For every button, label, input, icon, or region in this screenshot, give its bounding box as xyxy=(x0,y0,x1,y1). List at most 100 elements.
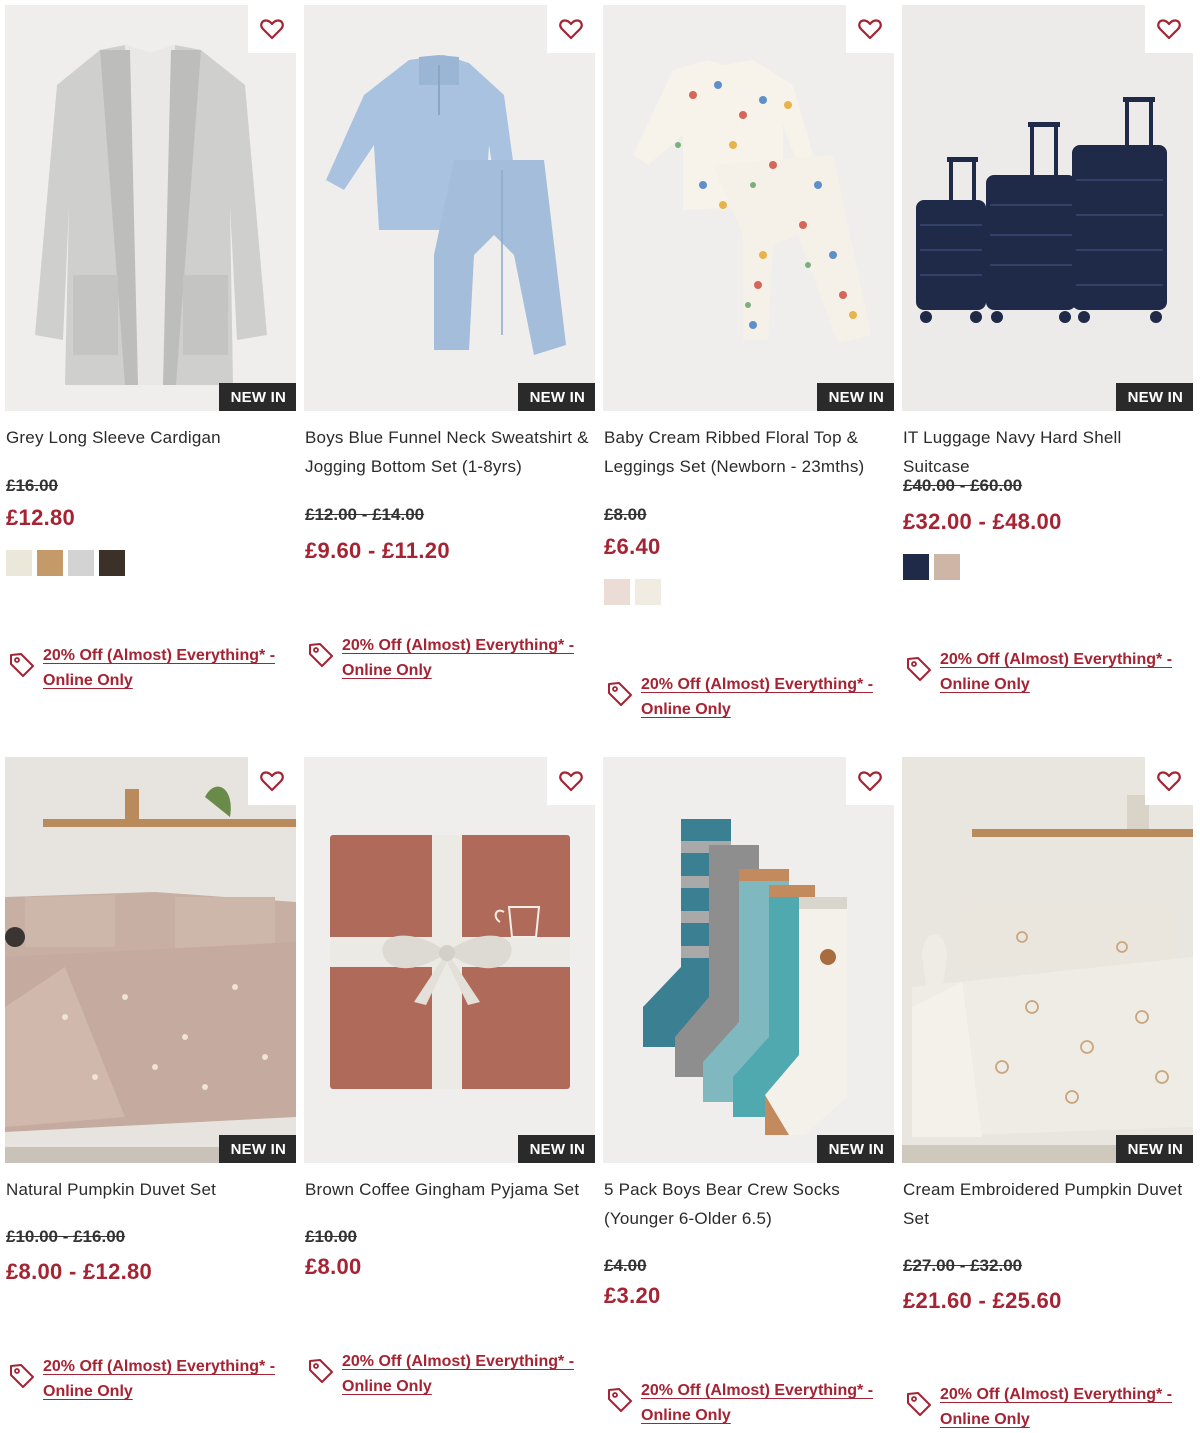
wishlist-heart-button[interactable] xyxy=(1145,757,1193,805)
promo-offer: 20% Off (Almost) Everything* - Online On… xyxy=(606,1378,891,1428)
heart-icon xyxy=(260,771,284,792)
product-image[interactable]: NEW IN xyxy=(5,757,296,1163)
product-title[interactable]: Boys Blue Funnel Neck Sweatshirt & Joggi… xyxy=(305,423,590,481)
wishlist-heart-button[interactable] xyxy=(1145,5,1193,53)
colour-swatch[interactable] xyxy=(68,550,94,576)
new-in-badge: NEW IN xyxy=(517,1135,595,1163)
product-card[interactable]: NEW IN Cream Embroidered Pumpkin Duvet S… xyxy=(902,757,1193,1428)
product-title[interactable]: Natural Pumpkin Duvet Set xyxy=(6,1175,291,1204)
product-title[interactable]: Brown Coffee Gingham Pyjama Set xyxy=(305,1175,590,1204)
heart-icon xyxy=(559,19,583,40)
now-price: £8.00 xyxy=(305,1254,362,1279)
promo-link[interactable]: 20% Off (Almost) Everything* - Online On… xyxy=(940,647,1190,697)
price-tag-icon xyxy=(608,682,632,706)
heart-icon xyxy=(260,19,284,40)
price-tag-icon xyxy=(10,1364,34,1388)
promo-offer: 20% Off (Almost) Everything* - Online On… xyxy=(307,633,592,683)
was-price: £12.00 - £14.00 xyxy=(305,505,425,524)
colour-swatches xyxy=(903,554,960,580)
promo-offer: 20% Off (Almost) Everything* - Online On… xyxy=(8,1354,293,1404)
heart-icon xyxy=(1157,19,1181,40)
now-price: £21.60 - £25.60 xyxy=(903,1288,1062,1313)
promo-link[interactable]: 20% Off (Almost) Everything* - Online On… xyxy=(43,643,293,693)
new-in-badge: NEW IN xyxy=(1115,1135,1193,1163)
product-card[interactable]: NEW IN Grey Long Sleeve Cardigan £16.00 … xyxy=(5,5,296,689)
wishlist-heart-button[interactable] xyxy=(248,757,296,805)
wishlist-heart-button[interactable] xyxy=(248,5,296,53)
new-in-badge: NEW IN xyxy=(816,383,894,411)
price-tag-icon xyxy=(608,1388,632,1412)
product-image[interactable]: NEW IN xyxy=(5,5,296,411)
heart-icon xyxy=(1157,771,1181,792)
product-image[interactable]: NEW IN xyxy=(603,5,894,411)
now-price: £32.00 - £48.00 xyxy=(903,509,1062,534)
now-price: £12.80 xyxy=(6,505,76,530)
promo-link[interactable]: 20% Off (Almost) Everything* - Online On… xyxy=(342,1349,592,1399)
product-card[interactable]: NEW IN Boys Blue Funnel Neck Sweatshirt … xyxy=(304,5,595,679)
product-card[interactable]: NEW IN Natural Pumpkin Duvet Set £10.00 … xyxy=(5,757,296,1400)
product-title[interactable]: Grey Long Sleeve Cardigan xyxy=(6,423,291,452)
was-price: £10.00 xyxy=(305,1227,357,1246)
promo-offer: 20% Off (Almost) Everything* - Online On… xyxy=(606,672,891,722)
now-price: £3.20 xyxy=(604,1283,661,1308)
socks-image xyxy=(603,757,894,1163)
heart-icon xyxy=(858,771,882,792)
wishlist-heart-button[interactable] xyxy=(547,5,595,53)
new-in-badge: NEW IN xyxy=(1115,383,1193,411)
new-in-badge: NEW IN xyxy=(816,1135,894,1163)
product-image[interactable]: NEW IN xyxy=(902,757,1193,1163)
new-in-badge: NEW IN xyxy=(517,383,595,411)
cream-duvet-image xyxy=(902,757,1193,1163)
product-title[interactable]: Cream Embroidered Pumpkin Duvet Set xyxy=(903,1175,1188,1233)
was-price: £40.00 - £60.00 xyxy=(903,476,1023,495)
product-image[interactable]: NEW IN xyxy=(304,757,595,1163)
wishlist-heart-button[interactable] xyxy=(547,757,595,805)
was-price: £4.00 xyxy=(604,1256,647,1275)
product-card[interactable]: NEW IN Baby Cream Ribbed Floral Top & Le… xyxy=(603,5,894,718)
product-image[interactable]: NEW IN xyxy=(304,5,595,411)
colour-swatch[interactable] xyxy=(635,579,661,605)
now-price: £6.40 xyxy=(604,534,661,559)
pyjama-gift-image xyxy=(304,757,595,1163)
promo-offer: 20% Off (Almost) Everything* - Online On… xyxy=(307,1349,592,1399)
colour-swatch[interactable] xyxy=(903,554,929,580)
promo-link[interactable]: 20% Off (Almost) Everything* - Online On… xyxy=(940,1382,1190,1432)
sweatshirt-set-image xyxy=(304,5,595,411)
was-price: £27.00 - £32.00 xyxy=(903,1256,1023,1275)
price-tag-icon xyxy=(309,1359,333,1383)
colour-swatch[interactable] xyxy=(6,550,32,576)
product-title[interactable]: IT Luggage Navy Hard Shell Suitcase xyxy=(903,423,1188,481)
promo-offer: 20% Off (Almost) Everything* - Online On… xyxy=(905,1382,1190,1432)
price-tag-icon xyxy=(10,653,34,677)
floral-baby-set-image xyxy=(603,5,894,411)
new-in-badge: NEW IN xyxy=(218,1135,296,1163)
promo-link[interactable]: 20% Off (Almost) Everything* - Online On… xyxy=(641,672,891,722)
wishlist-heart-button[interactable] xyxy=(846,5,894,53)
product-card[interactable]: NEW IN Brown Coffee Gingham Pyjama Set £… xyxy=(304,757,595,1395)
heart-icon xyxy=(858,19,882,40)
product-image[interactable]: NEW IN xyxy=(902,5,1193,411)
product-image[interactable]: NEW IN xyxy=(603,757,894,1163)
product-card[interactable]: NEW IN 5 Pack Boys Bear Crew Socks (Youn… xyxy=(603,757,894,1424)
suitcase-image xyxy=(902,5,1193,411)
colour-swatch[interactable] xyxy=(99,550,125,576)
wishlist-heart-button[interactable] xyxy=(846,757,894,805)
heart-icon xyxy=(559,771,583,792)
promo-link[interactable]: 20% Off (Almost) Everything* - Online On… xyxy=(641,1378,891,1428)
duvet-set-image xyxy=(5,757,296,1163)
colour-swatch[interactable] xyxy=(37,550,63,576)
new-in-badge: NEW IN xyxy=(218,383,296,411)
colour-swatch[interactable] xyxy=(934,554,960,580)
promo-offer: 20% Off (Almost) Everything* - Online On… xyxy=(8,643,293,693)
product-title[interactable]: Baby Cream Ribbed Floral Top & Leggings … xyxy=(604,423,889,481)
promo-link[interactable]: 20% Off (Almost) Everything* - Online On… xyxy=(43,1354,293,1404)
was-price: £16.00 xyxy=(6,476,58,495)
product-title[interactable]: 5 Pack Boys Bear Crew Socks (Younger 6-O… xyxy=(604,1175,889,1233)
price-tag-icon xyxy=(907,1392,931,1416)
was-price: £10.00 - £16.00 xyxy=(6,1227,126,1246)
cardigan-image xyxy=(5,5,296,411)
colour-swatch[interactable] xyxy=(604,579,630,605)
promo-link[interactable]: 20% Off (Almost) Everything* - Online On… xyxy=(342,633,592,683)
price-tag-icon xyxy=(907,657,931,681)
product-card[interactable]: NEW IN IT Luggage Navy Hard Shell Suitca… xyxy=(902,5,1193,693)
